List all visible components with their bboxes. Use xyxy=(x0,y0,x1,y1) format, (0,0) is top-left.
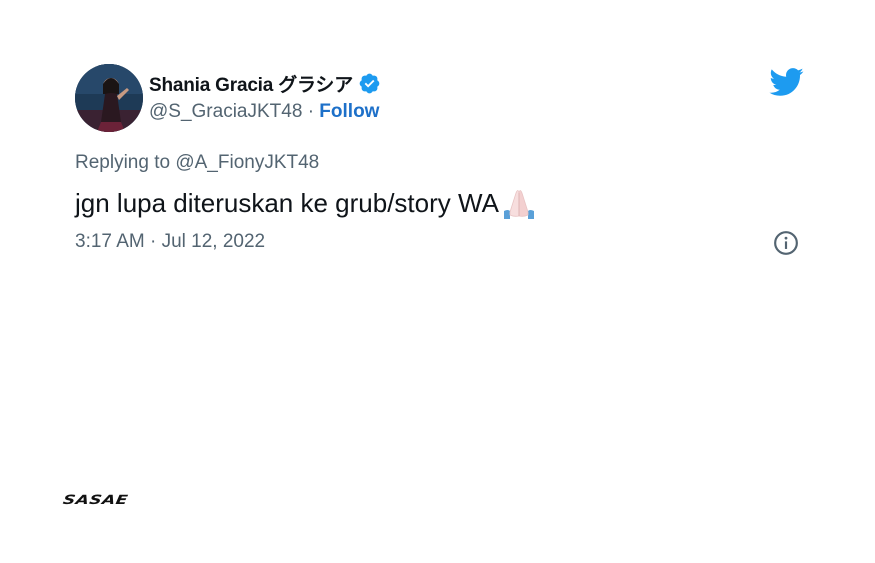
reply-mention-link[interactable]: @A_FionyJKT48 xyxy=(175,152,319,173)
separator: · xyxy=(307,101,320,122)
handle-row: @S_GraciaJKT48 · Follow xyxy=(149,101,379,123)
user-name-row: Shania Gracia グラシア xyxy=(149,70,381,97)
avatar[interactable] xyxy=(75,64,143,132)
replying-to: Replying to @A_FionyJKT48 xyxy=(75,152,319,174)
replying-to-label: Replying to xyxy=(75,152,171,173)
twitter-bird-icon[interactable] xyxy=(768,66,804,98)
tweet-embed: Shania Gracia グラシア @S_GraciaJKT48 · Foll… xyxy=(0,0,875,563)
info-icon[interactable] xyxy=(773,230,799,256)
tweet-body: jgn lupa diteruskan ke grub/story WA xyxy=(75,187,499,218)
sasae-watermark-logo: SASAE xyxy=(61,492,130,508)
tweet-text: jgn lupa diteruskan ke grub/story WA xyxy=(75,185,538,221)
display-name[interactable]: Shania Gracia グラシア xyxy=(149,70,353,97)
follow-button[interactable]: Follow xyxy=(319,101,379,122)
user-handle[interactable]: @S_GraciaJKT48 xyxy=(149,101,302,122)
folded-hands-icon xyxy=(500,185,538,221)
verified-badge-icon xyxy=(358,72,381,95)
tweet-timestamp[interactable]: 3:17 AM · Jul 12, 2022 xyxy=(75,231,265,253)
